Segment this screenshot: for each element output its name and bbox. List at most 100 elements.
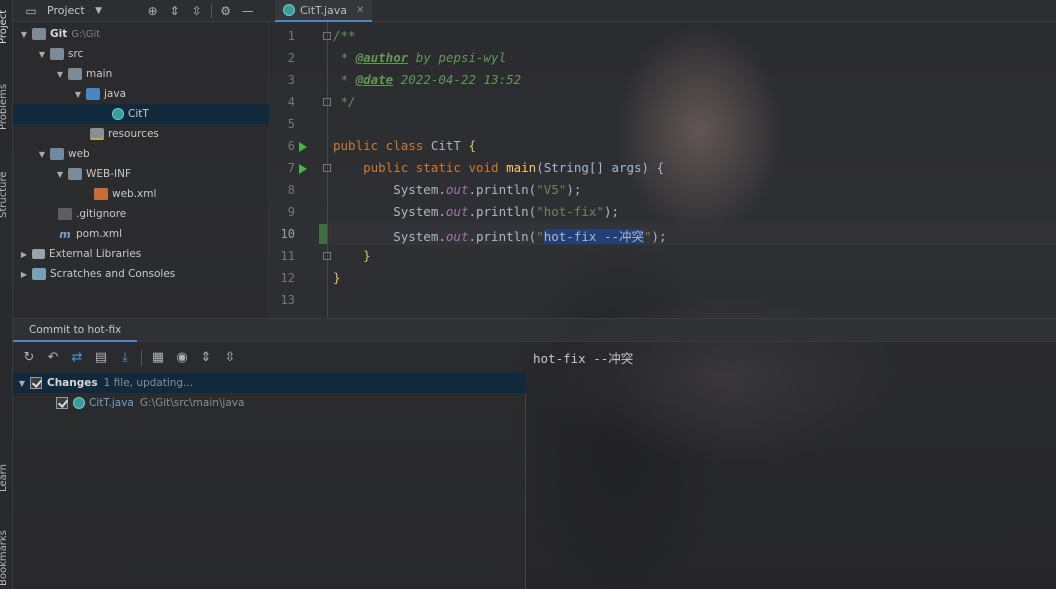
code-line-3: * @date 2022-04-22 13:52 [333,72,522,87]
folder-icon [68,168,82,180]
chevron-right-icon[interactable]: ▶ [19,250,29,259]
expand-all-icon[interactable]: ⇕ [167,3,183,19]
chevron-down-icon[interactable]: ▼ [91,3,107,19]
tree-item-label: java [104,88,126,100]
line-number: 3 [287,73,295,87]
collapse-all-icon[interactable]: ⇳ [189,3,205,19]
refresh-icon[interactable]: ↻ [21,350,37,366]
tree-item-web-inf[interactable]: ▼ WEB-INF [13,164,269,184]
commit-message-editor[interactable]: hot-fix --冲突 [527,342,1056,589]
tree-item-web[interactable]: ▼ web [13,144,269,164]
tool-tab-problems[interactable]: Problems [0,84,9,130]
file-checkbox[interactable] [56,397,68,409]
line-number: 5 [287,117,295,131]
chevron-right-icon[interactable]: ▶ [19,270,29,279]
rollback-icon[interactable]: ↶ [45,350,61,366]
run-icon[interactable] [299,164,307,174]
tool-tab-bookmarks[interactable]: Bookmarks [0,530,9,586]
editor-tab-bar: CitT.java ✕ [269,0,1056,22]
line-number: 12 [280,271,295,285]
collapse-all-icon[interactable]: ⇳ [222,350,238,366]
locate-icon[interactable]: ⊕ [145,3,161,19]
tree-item-git[interactable]: ▼ Git G:\Git [13,24,269,44]
minimize-icon[interactable]: — [240,3,256,19]
tool-tab-project[interactable]: Project [0,10,9,44]
diff-icon[interactable]: ▤ [93,350,109,366]
tab-commit[interactable]: Commit to hot-fix [13,319,138,342]
tree-item-path: G:\Git [71,28,101,40]
java-class-icon [112,108,124,120]
code-line-6: public class CitT { [333,138,477,153]
tree-item-src[interactable]: ▼ src [13,44,269,64]
tree-item-label: WEB-INF [86,168,131,180]
update-project-icon[interactable]: ⇄ [69,350,85,366]
tree-item-citt[interactable]: CitT [13,104,269,124]
gear-icon[interactable]: ⚙ [218,3,234,19]
folder-icon [50,48,64,60]
download-icon[interactable]: ⤓ [117,350,133,366]
run-icon[interactable] [299,142,307,152]
changes-checkbox[interactable] [30,377,42,389]
changed-file-name: CitT.java [89,397,134,409]
chevron-down-icon[interactable]: ▼ [55,70,65,79]
tree-item-label: CitT [128,108,149,120]
line-number: 11 [280,249,295,263]
tool-tab-learn[interactable]: Learn [0,464,9,492]
folder-icon [32,28,46,40]
tree-item-gitignore[interactable]: .gitignore [13,204,269,224]
tree-item-label: web.xml [112,188,157,200]
code-line-10: System.out.println("hot-fix --冲突"); [333,229,667,244]
changes-label: Changes [47,377,98,389]
code-line-12: } [333,270,341,285]
expand-all-icon[interactable]: ⇕ [198,350,214,366]
tree-item-label: pom.xml [76,228,123,240]
line-number: 8 [287,183,295,197]
chevron-down-icon[interactable]: ▼ [37,150,47,159]
tool-tab-structure[interactable]: Structure [0,171,9,218]
eye-icon[interactable]: ◉ [174,350,190,366]
line-number: 1 [287,29,295,43]
changes-group[interactable]: ▼ Changes 1 file, updating... [13,373,526,393]
chevron-down-icon[interactable]: ▼ [37,50,47,59]
code-line-7: public static void main(String[] args) { [333,160,665,175]
project-tree: ▼ Git G:\Git ▼ src ▼ main ▼ java CitT re… [13,22,269,318]
close-icon[interactable]: ✕ [356,5,364,16]
tab-label: CitT.java [300,3,348,17]
tree-item-web-xml[interactable]: web.xml [13,184,269,204]
changes-status: 1 file, updating... [103,377,194,389]
folder-icon [68,68,82,80]
tab-citt-java[interactable]: CitT.java ✕ [275,0,373,22]
tree-item-label: src [68,48,84,60]
commit-toolbar: ↻ ↶ ⇄ ▤ ⤓ ▦ ◉ ⇕ ⇳ [13,342,526,373]
tree-item-label: Git [50,28,68,40]
chevron-down-icon[interactable]: ▼ [55,170,65,179]
code-line-11: } [333,248,371,263]
gutter-divider [327,22,328,318]
selected-text[interactable]: hot-fix --冲突 [543,229,644,244]
code-editor[interactable]: 1 2 3 4 5 6 7 8 9 10 11 12 13 /** * @aut… [269,22,1056,318]
xml-file-icon [94,188,108,200]
commit-panel-header: Commit to hot-fix [13,318,1056,342]
tree-item-java[interactable]: ▼ java [13,84,269,104]
line-number: 10 [280,227,295,241]
chevron-down-icon[interactable]: ▼ [17,379,27,388]
tree-item-scratches[interactable]: ▶ Scratches and Consoles [13,264,269,284]
group-by-icon[interactable]: ▦ [150,350,166,366]
line-number: 6 [287,139,295,153]
line-number: 4 [287,95,295,109]
maven-icon: m [59,228,71,241]
java-class-icon [73,397,85,409]
tree-item-external-libraries[interactable]: ▶ External Libraries [13,244,269,264]
java-class-icon [283,4,295,16]
tree-item-pom-xml[interactable]: m pom.xml [13,224,269,244]
chevron-down-icon[interactable]: ▼ [73,90,83,99]
changed-file-row[interactable]: CitT.java G:\Git\src\main\java [13,393,526,413]
library-icon [32,249,45,259]
tree-item-resources[interactable]: resources [13,124,269,144]
project-view-selector[interactable]: Project [47,4,85,17]
left-tool-strip: Project Problems Structure Learn Bookmar… [0,0,13,589]
tree-item-main[interactable]: ▼ main [13,64,269,84]
toolbar-divider [141,349,142,366]
chevron-down-icon[interactable]: ▼ [19,30,29,39]
line-number: 9 [287,205,295,219]
